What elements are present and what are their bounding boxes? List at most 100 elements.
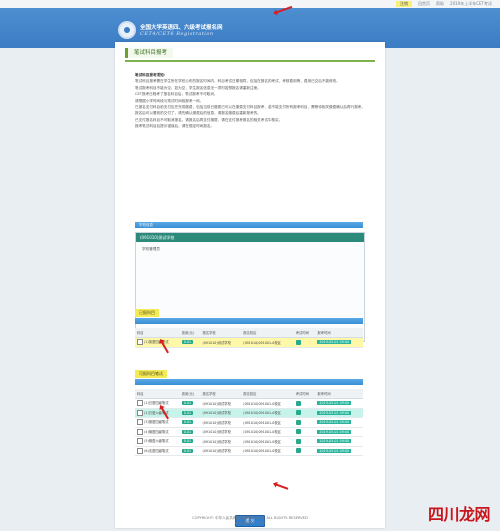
select-checkbox[interactable]	[137, 438, 143, 445]
col-subject: 科目	[135, 328, 180, 338]
select-checkbox[interactable]	[137, 409, 143, 416]
date-value: 2019-05-01 09:00	[317, 429, 352, 434]
school-cell: (091010)测试学校	[200, 398, 242, 409]
date-value: 2019-05-01 09:00	[317, 410, 352, 415]
campus-cell: (091010)091001-0校区	[241, 398, 294, 409]
date-value: 2019-05-01 09:00	[317, 439, 352, 444]
site-title: 全国大学英语四、六级考试报名网	[140, 25, 223, 31]
fee-value: 0.01	[181, 439, 194, 444]
table-row: (5)俄语六级笔试 0.01 (091010)测试学校 (091010)0910…	[135, 436, 363, 447]
status-icon	[295, 400, 301, 406]
main-panel: 笔试科目报考 笔试科目报考须知： 笔试科目报考需在学生所在学校公布的报名时间内，…	[115, 42, 385, 528]
top-links: 注销 回首页 帮助 2019年上半年CET考试	[396, 1, 492, 7]
school-admin: 学校管理员	[142, 247, 160, 251]
watermark-logo: 四川龙网	[427, 505, 491, 524]
registered-subjects-label: 已报科目	[135, 309, 159, 317]
date-value: 2019-05-01 09:00	[317, 401, 352, 406]
fee-value: 0.01	[181, 429, 194, 434]
subject-name: (3)德语四级笔试	[144, 420, 169, 425]
campus-cell: (091010)091001-0校区	[241, 417, 294, 428]
table-row: (3)德语四级笔试 0.01 (091010)测试学校 (091010)0910…	[135, 417, 363, 428]
subject-name: (6)法语四级笔试	[144, 448, 169, 453]
date-value: 2019-05-01 09:00	[317, 420, 352, 425]
campus-cell: (091010)091001-0校区	[241, 427, 294, 437]
col-campus: 报名校区	[241, 328, 294, 338]
panel-title-bar: 笔试科目报考	[125, 48, 375, 62]
table-header-row: 科目 费用(元) 报名学校 报名校区 考试时间 报考时间	[135, 389, 363, 399]
col-reg-time: 报考时间	[315, 389, 363, 399]
date-value: 2019-05-01 09:00	[317, 340, 352, 345]
select-checkbox[interactable]	[137, 339, 143, 346]
col-exam-time: 考试时间	[293, 328, 316, 338]
campus-cell: (091010)091001-0校区	[241, 436, 294, 447]
notice-line: 报考笔试科目后提示错误后，请在规定时间报名。	[135, 124, 215, 129]
table-row: (6)法语四级笔试 0.01 (091010)测试学校 (091010)0910…	[135, 446, 363, 456]
site-subtitle: CET4/CET6 Registration	[140, 31, 214, 37]
fee-cell: 0.01	[179, 337, 201, 348]
col-school: 报名学校	[200, 328, 242, 338]
status-icon	[295, 438, 301, 444]
registered-table: 科目 费用(元) 报名学校 报名校区 考试时间 报考时间 (1)英语四级笔试 0…	[135, 328, 363, 348]
school-section-bar: 学校信息	[135, 222, 363, 228]
notice-line: 笔试科目报考需在学生所在学校公布的报名时间内，科目考试日期相同，包括在报名的考试…	[135, 79, 340, 84]
select-checkbox[interactable]	[137, 419, 143, 426]
help-link[interactable]: 帮助	[436, 1, 444, 7]
col-fee: 费用(元)	[179, 328, 201, 338]
status-icon	[295, 339, 301, 345]
footer: COPYRIGHT: 中华人民共和国教育部考试中心 ALL RIGHTS RES…	[0, 516, 500, 526]
notice-block: 笔试科目报考须知： 笔试科目报考需在学生所在学校公布的报名时间内，科目考试日期相…	[135, 72, 365, 130]
table-row: (1)英语四级笔试 0.01 (091010)测试学校 (091010)0910…	[135, 337, 363, 348]
school-header: (091010)测试学校	[136, 233, 364, 242]
col-reg-time: 报考时间	[315, 328, 363, 338]
table-row: (1)日语四级笔试 0.01 (091010)测试学校 (091010)0910…	[135, 398, 363, 409]
status-icon	[295, 448, 301, 454]
fee-value: 0.01	[181, 340, 194, 345]
registered-bar	[135, 318, 363, 324]
col-campus: 报名校区	[241, 389, 294, 399]
col-fee: 费用(元)	[179, 389, 201, 399]
fee-value: 0.01	[181, 448, 194, 453]
fee-value: 0.01	[181, 410, 194, 415]
school-cell: (091010)测试学校	[200, 436, 242, 447]
exam-link[interactable]: 2019年上半年CET考试	[450, 1, 492, 7]
campus-cell: (091010)091001-0校区	[241, 337, 294, 348]
campus-cell: (091010)091001-0校区	[241, 446, 294, 456]
date-cell: 2019-05-01 09:00	[315, 337, 363, 348]
school-cell: (091010)测试学校	[200, 337, 242, 348]
school-name: (091010)测试学校	[140, 235, 175, 240]
table-header-row: 科目 费用(元) 报名学校 报名校区 考试时间 报考时间	[135, 328, 363, 338]
status-icon	[295, 410, 301, 416]
status-icon	[295, 419, 301, 425]
table-row: (2)日语六级笔试 0.01 (091010)测试学校 (091010)0910…	[135, 408, 363, 418]
subject-name: (1)日语四级笔试	[144, 401, 169, 406]
school-box: (091010)测试学校 学校管理员	[135, 232, 365, 342]
table-row: (4)俄语四级笔试 0.01 (091010)测试学校 (091010)0910…	[135, 427, 363, 437]
home-link[interactable]: 回首页	[418, 1, 430, 7]
col-subject: 科目	[135, 389, 180, 399]
school-cell: (091010)测试学校	[200, 427, 242, 437]
logout-link[interactable]: 注销	[396, 1, 413, 7]
select-checkbox[interactable]	[137, 428, 143, 435]
school-cell: (091010)测试学校	[200, 408, 242, 418]
date-value: 2019-05-01 09:00	[317, 448, 352, 453]
select-checkbox[interactable]	[137, 400, 143, 407]
school-cell: (091010)测试学校	[200, 446, 242, 456]
fee-value: 0.01	[181, 401, 194, 406]
available-subjects-label: 可报科目笔试	[135, 370, 167, 378]
available-table: 科目 费用(元) 报名学校 报名校区 考试时间 报考时间 (1)日语四级笔试 0…	[135, 389, 363, 456]
school-section-label: 学校信息	[139, 223, 153, 227]
select-checkbox[interactable]	[137, 447, 143, 454]
page: 注销 回首页 帮助 2019年上半年CET考试 全国大学英语四、六级考试报名网 …	[0, 0, 500, 531]
subject-name: (5)俄语六级笔试	[144, 439, 169, 444]
icp-text: 京ICP备05031027	[234, 521, 266, 525]
campus-cell: (091010)091001-0校区	[241, 408, 294, 418]
logo-icon	[118, 21, 136, 39]
school-cell: (091010)测试学校	[200, 417, 242, 428]
subject-name: (4)俄语四级笔试	[144, 429, 169, 434]
col-exam-time: 考试时间	[293, 389, 316, 399]
panel-title: 笔试科目报考	[125, 48, 174, 58]
available-bar	[135, 379, 363, 385]
col-school: 报名学校	[200, 389, 242, 399]
fee-value: 0.01	[181, 420, 194, 425]
status-cell	[293, 337, 316, 348]
